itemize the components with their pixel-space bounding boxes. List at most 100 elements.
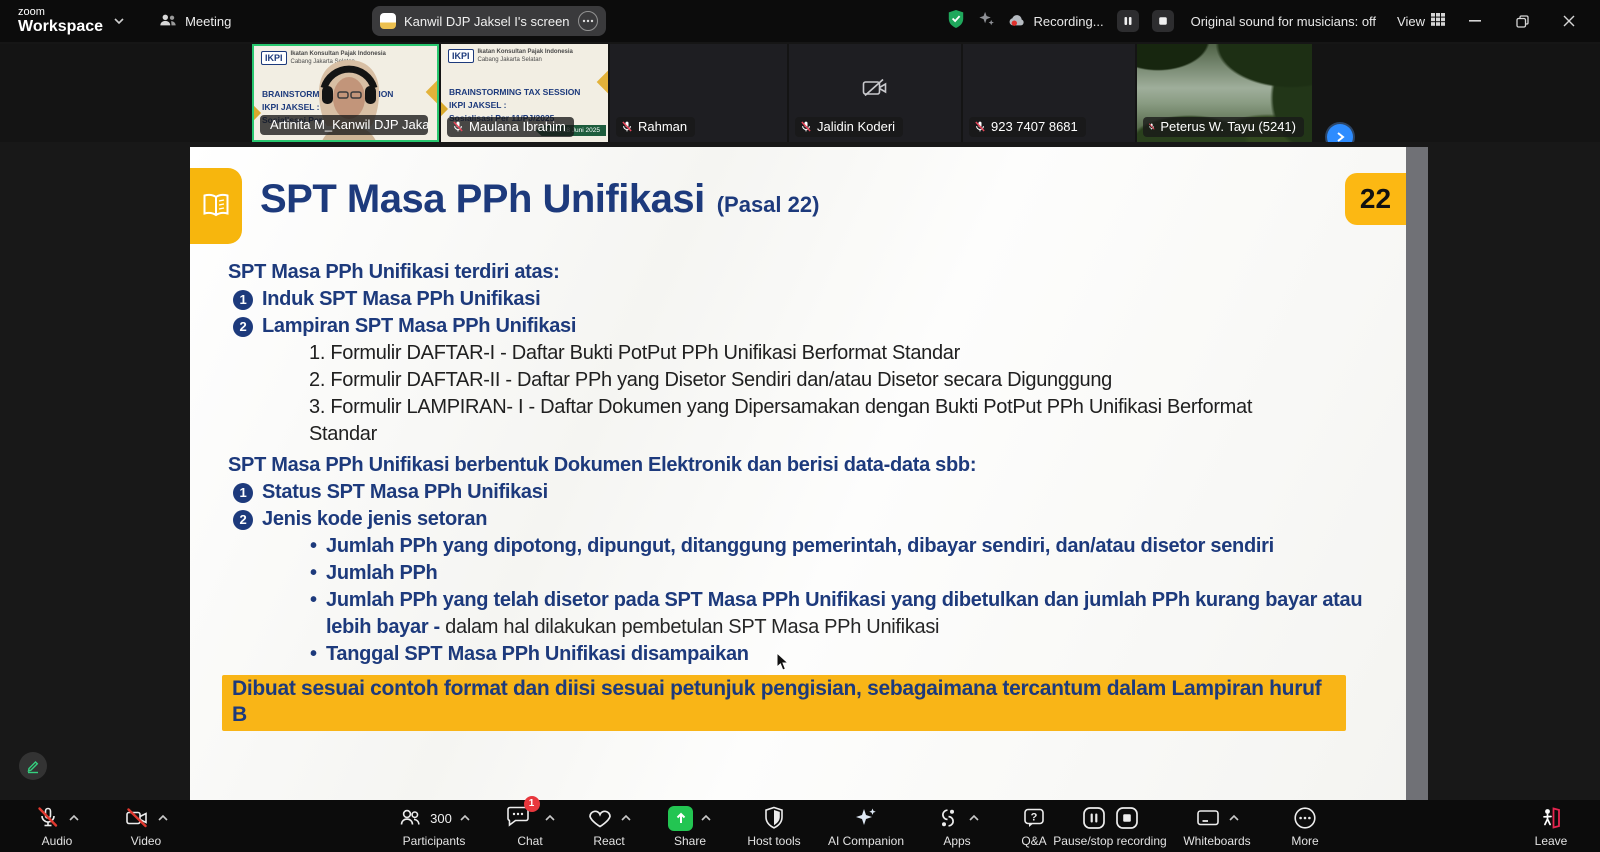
whiteboards-label: Whiteboards: [1183, 834, 1250, 848]
annotation-pencil-button[interactable]: [19, 752, 47, 780]
slide-bullet-item: Jumlah PPh: [228, 560, 1368, 587]
original-sound-toggle[interactable]: Original sound for musicians: off: [1191, 14, 1376, 29]
shared-screen-pill[interactable]: Kanwil DJP Jaksel I's screen: [372, 6, 606, 36]
video-button[interactable]: Video: [102, 800, 190, 852]
participant-name-pill: Peterus W. Tayu (5241): [1143, 117, 1304, 137]
more-label: More: [1291, 834, 1318, 848]
audio-button[interactable]: Audio: [14, 800, 100, 852]
shared-screen-label: Kanwil DJP Jaksel I's screen: [404, 14, 570, 29]
apps-chevron-up-icon[interactable]: [968, 814, 980, 822]
slide-bullet-item: Jumlah PPh yang dipotong, dipungut, dita…: [228, 533, 1368, 560]
participant-name-pill: Maulana Ibrahim: [447, 117, 574, 137]
camera-muted-icon: [124, 805, 150, 831]
slide-title-row: SPT Masa PPh Unifikasi (Pasal 22): [260, 177, 819, 222]
meeting-tab-label: Meeting: [185, 14, 231, 29]
ai-companion-button[interactable]: AI Companion: [816, 800, 916, 852]
ikpi-logo-text: IKPI: [261, 51, 287, 65]
pause-stop-recording-label: Pause/stop recording: [1053, 834, 1166, 848]
stop-recording-icon[interactable]: [1114, 805, 1140, 831]
leave-button[interactable]: Leave: [1516, 800, 1586, 852]
more-ellipsis-icon: [1292, 805, 1318, 831]
share-button[interactable]: Share: [648, 800, 732, 852]
slide-list-item: 1. Formulir DAFTAR-I - Daftar Bukti PotP…: [228, 340, 1269, 367]
numbered-text: Status SPT Masa PPh Unifikasi: [262, 479, 548, 506]
audio-label: Audio: [42, 834, 73, 848]
video-tile-jalidin[interactable]: Jalidin Koderi: [789, 44, 961, 142]
slide-numbered-item: 1 Status SPT Masa PPh Unifikasi: [228, 479, 1378, 506]
slide-scrollbar[interactable]: [1406, 147, 1428, 800]
pause-stop-recording-button[interactable]: Pause/stop recording: [1035, 800, 1185, 852]
security-shield-icon[interactable]: [947, 9, 965, 34]
mic-muted-icon: [974, 120, 986, 133]
video-tile-923-7407-8681[interactable]: 923 7407 8681: [963, 44, 1135, 142]
slide-bullet-item: Tanggal SPT Masa PPh Unifikasi disampaik…: [228, 641, 1368, 668]
slide-title-suffix: (Pasal 22): [717, 192, 820, 218]
participants-button[interactable]: 300 Participants: [378, 800, 490, 852]
minimize-window-button[interactable]: [1458, 8, 1492, 34]
mic-muted-icon: [35, 805, 61, 831]
chat-unread-badge: 1: [524, 796, 540, 812]
chat-button[interactable]: 1 Chat: [490, 800, 570, 852]
top-bar: zoom Workspace Meeting Kanwil DJP Jaksel…: [0, 0, 1600, 42]
slide-numbered-item: 1 Induk SPT Masa PPh Unifikasi: [228, 286, 1378, 313]
video-tile-maulana[interactable]: IKPI Ikatan Konsultan Pajak IndonesiaCab…: [441, 44, 608, 142]
video-chevron-up-icon[interactable]: [157, 814, 169, 822]
more-button[interactable]: More: [1269, 800, 1341, 852]
vbg-line2: IKPI JAKSEL :: [449, 99, 580, 112]
pause-recording-button[interactable]: [1117, 10, 1139, 32]
heart-icon: [587, 805, 613, 831]
meeting-people-icon: [159, 12, 177, 31]
chat-chevron-up-icon[interactable]: [544, 814, 556, 822]
logo-zoom-text: zoom: [18, 7, 103, 18]
number-circle: 1: [233, 290, 253, 310]
vbg-line1: BRAINSTORMING TAX SESSION: [449, 86, 580, 99]
numbered-text: Induk SPT Masa PPh Unifikasi: [262, 286, 540, 313]
video-tile-artinita[interactable]: IKPI Ikatan Konsultan Pajak IndonesiaCab…: [252, 44, 439, 142]
mic-muted-icon: [621, 120, 633, 133]
host-tools-button[interactable]: Host tools: [732, 800, 816, 852]
participant-filmstrip: IKPI Ikatan Konsultan Pajak IndonesiaCab…: [0, 44, 1600, 142]
participant-name: 923 7407 8681: [991, 119, 1078, 134]
logo-workspace-text: Workspace: [18, 19, 103, 35]
participant-name-pill: Artinita M_Kanwil DJP Jakart...: [260, 115, 428, 135]
participant-name: Peterus W. Tayu (5241): [1160, 119, 1296, 134]
chat-label: Chat: [517, 834, 542, 848]
stop-recording-button[interactable]: [1152, 10, 1174, 32]
shared-screen-options-icon[interactable]: [578, 11, 598, 31]
pause-recording-icon[interactable]: [1081, 805, 1107, 831]
zoom-workspace-logo: zoom Workspace: [18, 7, 103, 35]
mic-muted-icon: [452, 120, 464, 133]
video-tile-rahman[interactable]: Rahman: [610, 44, 787, 142]
numbered-text: Jenis kode jenis setoran: [262, 506, 487, 533]
share-screen-icon: [668, 806, 693, 831]
camera-off-icon: [862, 78, 888, 103]
restore-window-button[interactable]: [1505, 8, 1539, 34]
share-chevron-up-icon[interactable]: [700, 814, 712, 822]
ai-sparkle-icon[interactable]: [978, 10, 995, 32]
participant-name: Artinita M_Kanwil DJP Jakart...: [270, 117, 428, 132]
book-icon: [190, 168, 242, 244]
shared-screen-stage: SPT Masa PPh Unifikasi (Pasal 22) 22 SPT…: [0, 142, 1600, 800]
workspace-chevron-down-icon[interactable]: [113, 17, 125, 25]
view-button[interactable]: View: [1397, 13, 1445, 29]
ikpi-caption-line2: Cabang Jakarta Selatan: [478, 57, 542, 63]
participant-name: Rahman: [638, 119, 687, 134]
slide-content: SPT Masa PPh Unifikasi terdiri atas: 1 I…: [228, 259, 1378, 731]
whiteboards-chevron-up-icon[interactable]: [1228, 814, 1240, 822]
audio-chevron-up-icon[interactable]: [68, 814, 80, 822]
react-chevron-up-icon[interactable]: [620, 814, 632, 822]
leave-label: Leave: [1535, 834, 1568, 848]
slide-numbered-item: 2 Lampiran SPT Masa PPh Unifikasi: [228, 313, 1378, 340]
whiteboards-button[interactable]: Whiteboards: [1165, 800, 1269, 852]
video-tile-peterus[interactable]: Peterus W. Tayu (5241): [1137, 44, 1312, 142]
apps-button[interactable]: Apps: [916, 800, 998, 852]
slide-highlight-box: Dibuat sesuai contoh format dan diisi se…: [222, 675, 1346, 731]
participants-chevron-up-icon[interactable]: [459, 814, 471, 822]
tab-meeting[interactable]: Meeting: [159, 12, 231, 31]
slide-heading: SPT Masa PPh Unifikasi terdiri atas:: [228, 259, 1378, 286]
react-button[interactable]: React: [570, 800, 648, 852]
mouse-cursor: [776, 652, 790, 677]
shared-screen-thumbnail-icon: [380, 13, 396, 29]
close-window-button[interactable]: [1552, 8, 1586, 34]
slide-list-item: 2. Formulir DAFTAR-II - Daftar PPh yang …: [228, 367, 1269, 394]
